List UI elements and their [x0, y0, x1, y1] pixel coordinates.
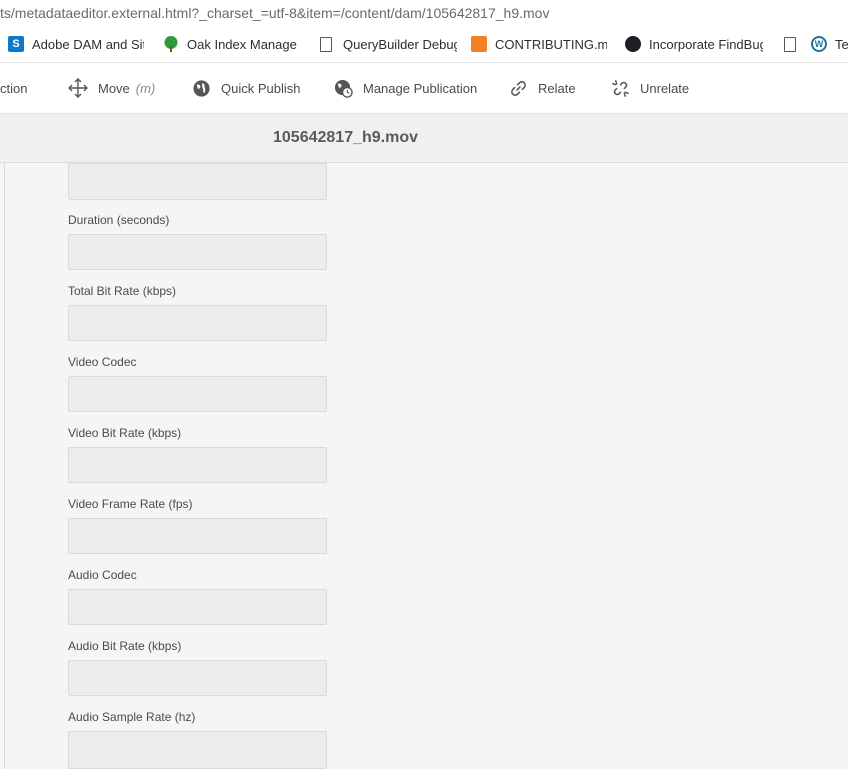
- bookmark-contributing[interactable]: CONTRIBUTING.md -: [471, 26, 607, 62]
- page-title: 105642817_h9.mov: [273, 129, 418, 146]
- bookmark-querybuilder-debugger[interactable]: QueryBuilder Debugg: [317, 26, 457, 62]
- action-toolbar: ction Move (m) Quick Publish Manage Publ…: [0, 63, 848, 114]
- bookmark-page[interactable]: [781, 26, 807, 62]
- total-bit-rate-input[interactable]: [68, 305, 327, 341]
- relate-button[interactable]: Relate: [509, 63, 576, 113]
- video-frame-rate-input[interactable]: [68, 518, 327, 554]
- toolbar-action-partial[interactable]: ction: [0, 63, 27, 113]
- bookmark-wordpress[interactable]: W Tes: [811, 26, 848, 62]
- video-bit-rate-input[interactable]: [68, 447, 327, 483]
- total-bit-rate-label: Total Bit Rate (kbps): [68, 284, 177, 298]
- stackoverflow-icon: [471, 36, 487, 52]
- globe-icon: [193, 79, 210, 97]
- link-icon: [511, 80, 526, 96]
- toolbar-action-label: ction: [0, 80, 28, 96]
- manage-publication-button[interactable]: Manage Publication: [334, 63, 477, 113]
- left-divider: [4, 163, 5, 769]
- quick-publish-label: Quick Publish: [221, 80, 301, 96]
- video-frame-rate-label: Video Frame Rate (fps): [68, 497, 193, 511]
- bookmark-label: Tes: [835, 36, 848, 52]
- github-icon: [625, 36, 641, 52]
- audio-bit-rate-input[interactable]: [68, 660, 327, 696]
- bookmark-label: Adobe DAM and Site: [32, 36, 144, 52]
- audio-codec-input[interactable]: [68, 589, 327, 625]
- address-bar-url[interactable]: ts/metadataeditor.external.html?_charset…: [0, 1, 549, 25]
- unrelate-label: Unrelate: [640, 80, 690, 96]
- address-bar[interactable]: ts/metadataeditor.external.html?_charset…: [0, 0, 848, 26]
- move-label: Move: [98, 80, 130, 96]
- page-icon: [320, 36, 332, 52]
- audio-bit-rate-label: Audio Bit Rate (kbps): [68, 639, 182, 653]
- globe-clock-icon: [334, 79, 353, 98]
- sharepoint-icon: S: [8, 36, 24, 52]
- bookmark-incorporate-findbugs[interactable]: Incorporate FindBugs: [625, 26, 763, 62]
- audio-sample-rate-input[interactable]: [68, 731, 327, 769]
- relate-label: Relate: [538, 80, 576, 96]
- bookmark-oak-index-manager[interactable]: Oak Index Manager |: [163, 26, 297, 62]
- page-icon: [784, 36, 796, 52]
- audio-sample-rate-label: Audio Sample Rate (hz): [68, 710, 196, 724]
- quick-publish-button[interactable]: Quick Publish: [192, 63, 300, 113]
- bookmarks-bar: S Adobe DAM and Site Oak Index Manager |…: [0, 26, 848, 63]
- unlink-icon: [612, 79, 629, 97]
- move-button[interactable]: Move (m): [68, 63, 155, 113]
- unrelate-button[interactable]: Unrelate: [611, 63, 689, 113]
- metadata-field-partial-input[interactable]: [68, 163, 327, 200]
- bookmark-label: Oak Index Manager |: [187, 36, 297, 52]
- duration-input[interactable]: [68, 234, 327, 270]
- wordpress-icon: W: [811, 36, 827, 52]
- move-shortcut-hint: (m): [135, 80, 156, 96]
- bookmark-adobe-dam[interactable]: S Adobe DAM and Site: [8, 26, 144, 62]
- asset-title-bar: 105642817_h9.mov: [0, 114, 848, 163]
- bookmark-label: QueryBuilder Debugg: [343, 36, 457, 52]
- bookmark-label: Incorporate FindBugs: [649, 36, 763, 52]
- video-codec-label: Video Codec: [68, 355, 137, 369]
- manage-publication-label: Manage Publication: [363, 80, 478, 96]
- video-codec-input[interactable]: [68, 376, 327, 412]
- audio-codec-label: Audio Codec: [68, 568, 137, 582]
- video-bit-rate-label: Video Bit Rate (kbps): [68, 426, 182, 440]
- move-icon: [68, 78, 88, 98]
- tree-icon: [163, 36, 179, 52]
- bookmark-label: CONTRIBUTING.md -: [495, 36, 607, 52]
- duration-label: Duration (seconds): [68, 213, 170, 227]
